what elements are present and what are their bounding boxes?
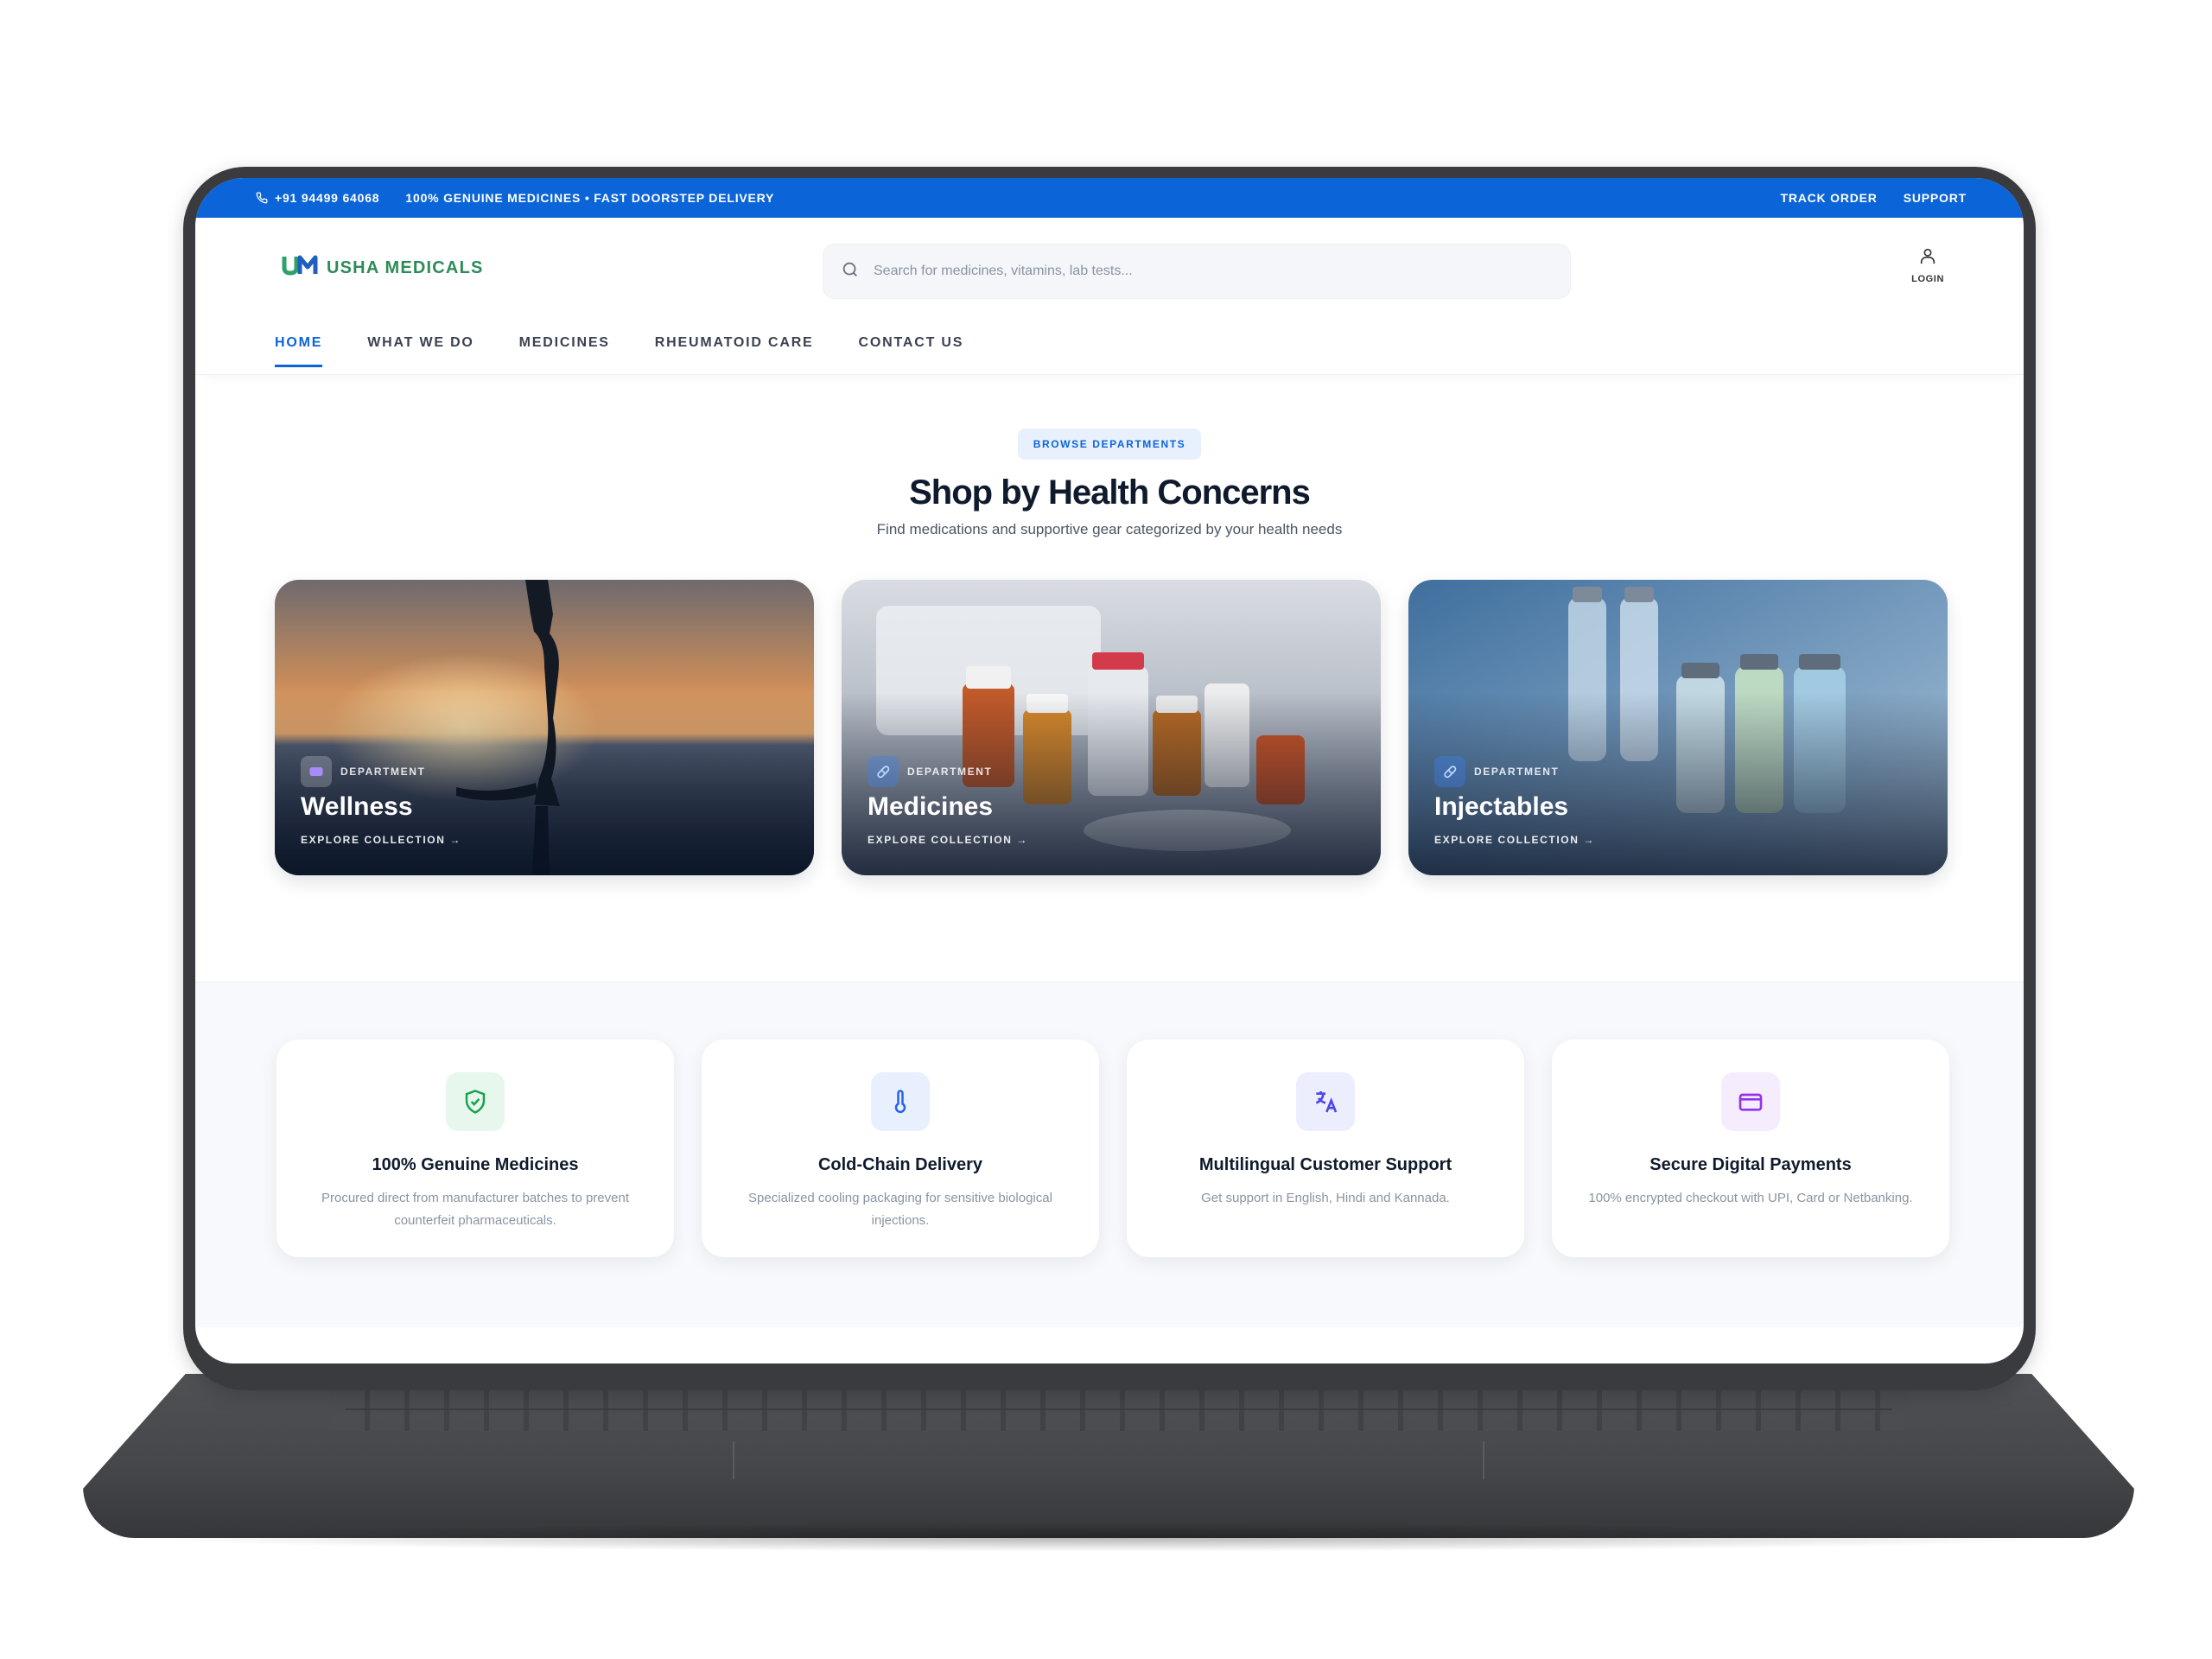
site-logo[interactable]: USHA MEDICALS xyxy=(282,254,484,283)
track-order-link[interactable]: TRACK ORDER xyxy=(1780,191,1877,205)
nav-item-rheumatoid-care[interactable]: RHEUMATOID CARE xyxy=(655,335,814,365)
department-cards: DEPARTMENT Wellness EXPLORE COLLECTION → xyxy=(275,580,2024,875)
logo-text: USHA MEDICALS xyxy=(327,257,484,277)
department-card-medicines[interactable]: DEPARTMENT Medicines EXPLORE COLLECTION … xyxy=(842,580,1381,875)
department-label: DEPARTMENT xyxy=(907,766,993,778)
nav-item-contact-us[interactable]: CONTACT US xyxy=(859,335,964,365)
feature-title: Multilingual Customer Support xyxy=(1198,1155,1452,1174)
nav-item-medicines[interactable]: MEDICINES xyxy=(519,335,610,365)
translate-icon xyxy=(1296,1072,1355,1131)
feature-desc: 100% encrypted checkout with UPI, Card o… xyxy=(1588,1191,1913,1205)
department-row: DEPARTMENT xyxy=(1434,756,1595,787)
trackpad-edge-right xyxy=(1483,1441,1484,1479)
department-row: DEPARTMENT xyxy=(301,756,461,787)
card-body: DEPARTMENT Medicines EXPLORE COLLECTION … xyxy=(868,756,1028,846)
explore-collection-link[interactable]: EXPLORE COLLECTION → xyxy=(1434,834,1595,846)
thermometer-icon xyxy=(871,1072,930,1131)
phone-icon xyxy=(256,192,268,204)
card-title: Injectables xyxy=(1434,792,1569,821)
feature-title: Secure Digital Payments xyxy=(1649,1155,1852,1174)
announcement-left: +91 94499 64068 100% GENUINE MEDICINES •… xyxy=(256,191,774,205)
main-nav: HOME WHAT WE DO MEDICINES RHEUMATOID CAR… xyxy=(195,318,2024,375)
department-label: DEPARTMENT xyxy=(1474,766,1560,778)
feature-desc: Procured direct from manufacturer batche… xyxy=(321,1191,629,1228)
nav-item-home[interactable]: HOME xyxy=(275,335,323,367)
card-body: DEPARTMENT Wellness EXPLORE COLLECTION → xyxy=(301,756,461,846)
shield-check-icon xyxy=(446,1072,505,1131)
phone-number: +91 94499 64068 xyxy=(275,191,380,205)
user-icon xyxy=(1918,245,1937,270)
explore-collection-link[interactable]: EXPLORE COLLECTION → xyxy=(868,834,1028,846)
announcement-bar: +91 94499 64068 100% GENUINE MEDICINES •… xyxy=(195,178,2024,218)
card-title: Wellness xyxy=(301,792,413,821)
departments-section: BROWSE DEPARTMENTS Shop by Health Concer… xyxy=(195,375,2024,875)
feature-desc: Get support in English, Hindi and Kannad… xyxy=(1201,1191,1450,1205)
search-bar[interactable] xyxy=(823,244,1571,299)
contact-phone[interactable]: +91 94499 64068 xyxy=(256,191,379,205)
explore-collection-link[interactable]: EXPLORE COLLECTION → xyxy=(301,834,461,846)
keyboard-row-divider xyxy=(346,1408,1892,1410)
section-title: Shop by Health Concerns xyxy=(909,474,1311,512)
laptop-shadow xyxy=(112,1522,2100,1552)
card-body: DEPARTMENT Injectables EXPLORE COLLECTIO… xyxy=(1434,756,1595,846)
trackpad-edge-left xyxy=(733,1441,734,1479)
feature-card-cold-chain: Cold-Chain Delivery Specialized cooling … xyxy=(702,1039,1099,1257)
announcement-tagline: 100% GENUINE MEDICINES • FAST DOORSTEP D… xyxy=(405,191,775,205)
nav-item-what-we-do[interactable]: WHAT WE DO xyxy=(367,335,474,365)
support-link[interactable]: SUPPORT xyxy=(1904,191,1967,205)
login-button[interactable]: LOGIN xyxy=(1911,245,1944,284)
section-eyebrow: BROWSE DEPARTMENTS xyxy=(1017,429,1202,460)
feature-title: Cold-Chain Delivery xyxy=(817,1155,983,1174)
feature-desc: Specialized cooling packaging for sensit… xyxy=(748,1191,1052,1228)
pill-icon xyxy=(868,756,899,787)
pill-icon xyxy=(1434,756,1465,787)
logo-mark xyxy=(282,254,320,283)
announcement-right: TRACK ORDER SUPPORT xyxy=(1780,191,1967,205)
search-input[interactable] xyxy=(874,264,1553,279)
search-icon xyxy=(841,260,860,283)
laptop-screen: +91 94499 64068 100% GENUINE MEDICINES •… xyxy=(195,178,2024,1363)
feature-card-genuine: 100% Genuine Medicines Procured direct f… xyxy=(276,1039,674,1257)
laptop-keyboard xyxy=(330,1389,1908,1431)
heart-icon xyxy=(301,756,332,787)
department-row: DEPARTMENT xyxy=(868,756,1028,787)
department-label: DEPARTMENT xyxy=(340,766,426,778)
site-header: USHA MEDICALS LOGIN xyxy=(195,218,2024,318)
feature-card-payments: Secure Digital Payments 100% encrypted c… xyxy=(1552,1039,1949,1257)
card-title: Medicines xyxy=(868,792,994,821)
login-label: LOGIN xyxy=(1911,274,1944,284)
department-card-wellness[interactable]: DEPARTMENT Wellness EXPLORE COLLECTION → xyxy=(275,580,814,875)
feature-title: 100% Genuine Medicines xyxy=(372,1155,579,1174)
department-card-injectables[interactable]: DEPARTMENT Injectables EXPLORE COLLECTIO… xyxy=(1408,580,1948,875)
features-section: 100% Genuine Medicines Procured direct f… xyxy=(195,982,2024,1327)
feature-card-multilingual: Multilingual Customer Support Get suppor… xyxy=(1127,1039,1524,1257)
section-subtitle: Find medications and supportive gear cat… xyxy=(876,521,1343,537)
credit-card-icon xyxy=(1721,1072,1780,1131)
